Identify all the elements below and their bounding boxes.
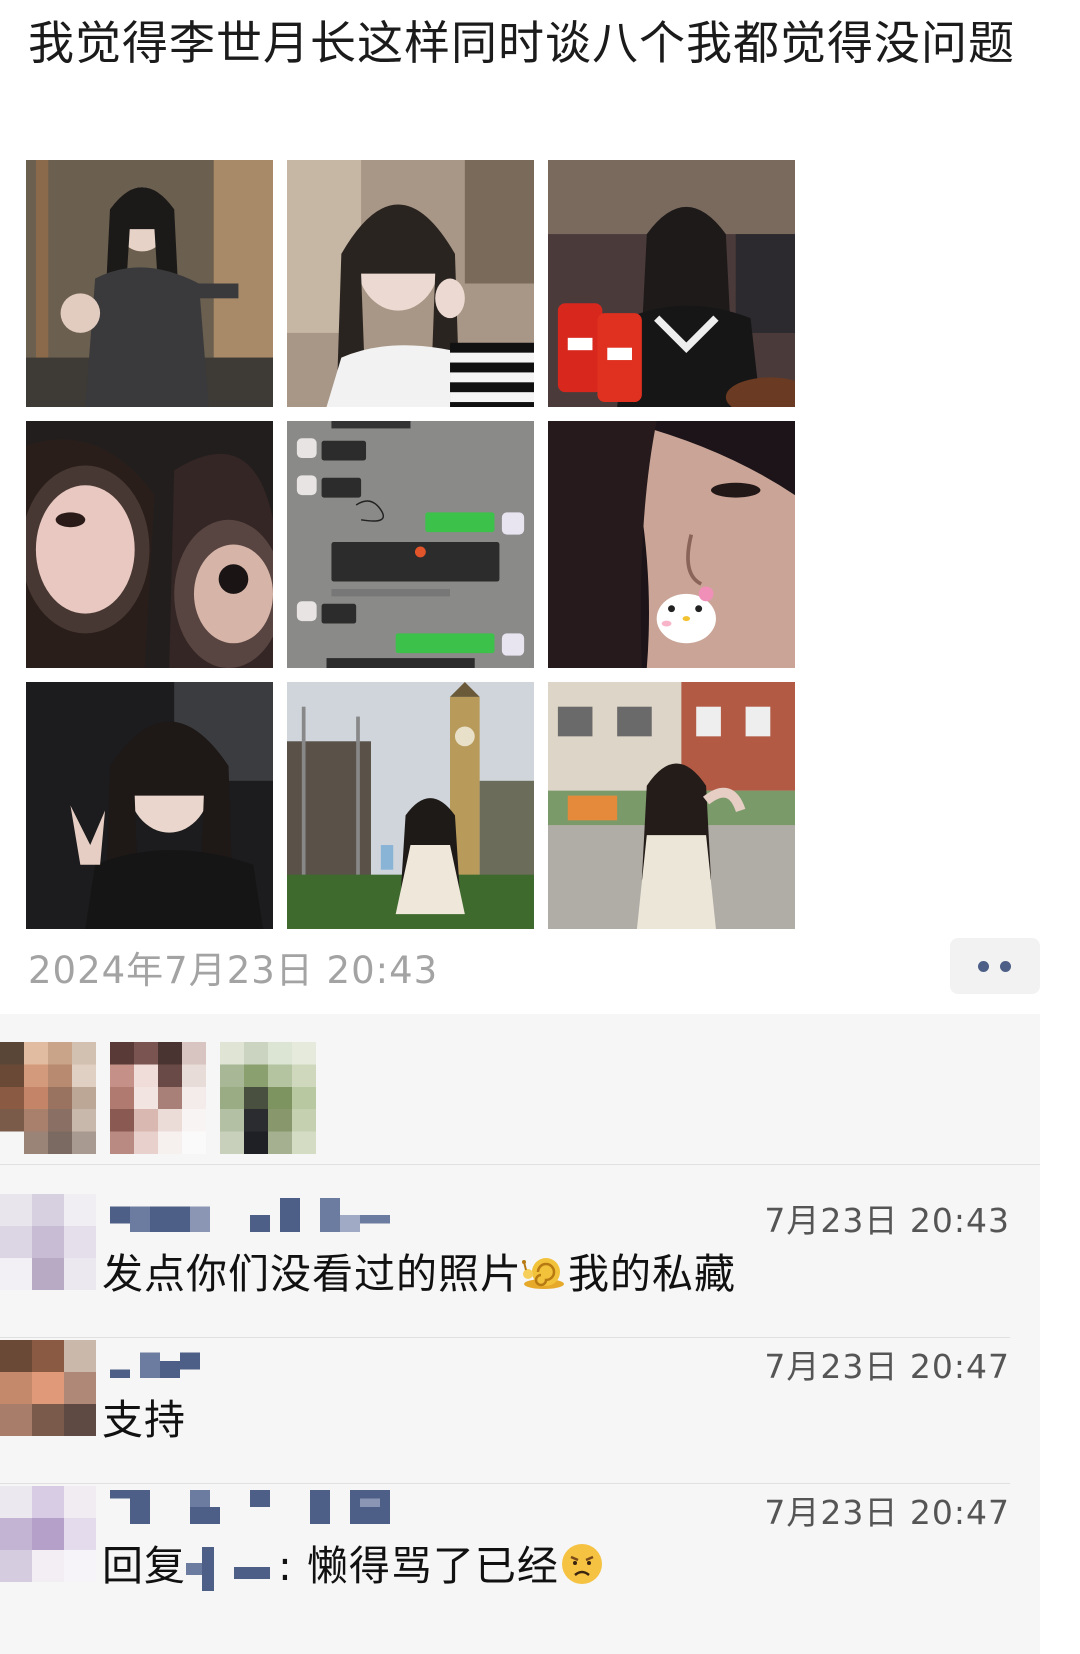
commenter-name-redacted[interactable] bbox=[110, 1490, 430, 1524]
comment-text: 回复 : 懒得骂了已经 bbox=[102, 1532, 605, 1597]
likes-divider bbox=[0, 1164, 1040, 1165]
post-text: 我觉得李世月长这样同时谈八个我都觉得没问题 bbox=[28, 16, 1015, 70]
photo-thumbnail[interactable] bbox=[26, 421, 273, 668]
ellipsis-icon bbox=[1000, 961, 1011, 972]
comment-item[interactable]: 7月23日 20:47 回复 : 懒得骂了已经 bbox=[0, 1476, 1040, 1630]
comment-text: 支持 bbox=[102, 1396, 186, 1444]
photo-thumbnail[interactable] bbox=[287, 160, 534, 407]
liker-avatar[interactable] bbox=[0, 1042, 96, 1154]
liker-avatar[interactable] bbox=[110, 1042, 206, 1154]
commenter-name-redacted[interactable] bbox=[110, 1344, 430, 1378]
ellipsis-icon bbox=[978, 961, 989, 972]
commenter-avatar[interactable] bbox=[0, 1340, 96, 1436]
photo-thumbnail[interactable] bbox=[287, 421, 534, 668]
comments-panel: 7月23日 20:43 发点你们没看过的照片 我的私藏 7月23日 20:47 支… bbox=[0, 1014, 1040, 1654]
photo-thumbnail[interactable] bbox=[26, 160, 273, 407]
comment-text-tail: 我的私藏 bbox=[568, 1250, 736, 1298]
photo-thumbnail[interactable] bbox=[287, 682, 534, 929]
frowning-face-emoji bbox=[559, 1541, 605, 1597]
photo-thumbnail[interactable] bbox=[548, 682, 795, 929]
likes-row bbox=[0, 1014, 1040, 1166]
photo-thumbnail[interactable] bbox=[548, 421, 795, 668]
reply-target-name-redacted[interactable] bbox=[186, 1547, 278, 1591]
post-timestamp: 2024年7月23日 20:43 bbox=[28, 949, 439, 992]
reply-text: : 懒得骂了已经 bbox=[278, 1542, 559, 1590]
snail-emoji bbox=[522, 1252, 568, 1302]
commenter-avatar[interactable] bbox=[0, 1194, 96, 1290]
liker-avatar[interactable] bbox=[220, 1042, 316, 1154]
more-options-button[interactable] bbox=[950, 938, 1040, 994]
photo-grid bbox=[26, 160, 796, 930]
comment-text-main: 发点你们没看过的照片 bbox=[102, 1250, 522, 1298]
comment-time: 7月23日 20:47 bbox=[764, 1493, 1010, 1532]
photo-thumbnail[interactable] bbox=[548, 160, 795, 407]
comment-time: 7月23日 20:43 bbox=[764, 1201, 1010, 1240]
commenter-name-redacted[interactable] bbox=[110, 1198, 430, 1232]
comment-item[interactable]: 7月23日 20:43 发点你们没看过的照片 我的私藏 bbox=[0, 1184, 1040, 1338]
photo-thumbnail[interactable] bbox=[26, 682, 273, 929]
commenter-avatar[interactable] bbox=[0, 1486, 96, 1582]
comment-text: 发点你们没看过的照片 我的私藏 bbox=[102, 1240, 736, 1302]
comment-item[interactable]: 7月23日 20:47 支持 bbox=[0, 1330, 1040, 1484]
comment-time: 7月23日 20:47 bbox=[764, 1347, 1010, 1386]
reply-prefix: 回复 bbox=[102, 1542, 186, 1590]
